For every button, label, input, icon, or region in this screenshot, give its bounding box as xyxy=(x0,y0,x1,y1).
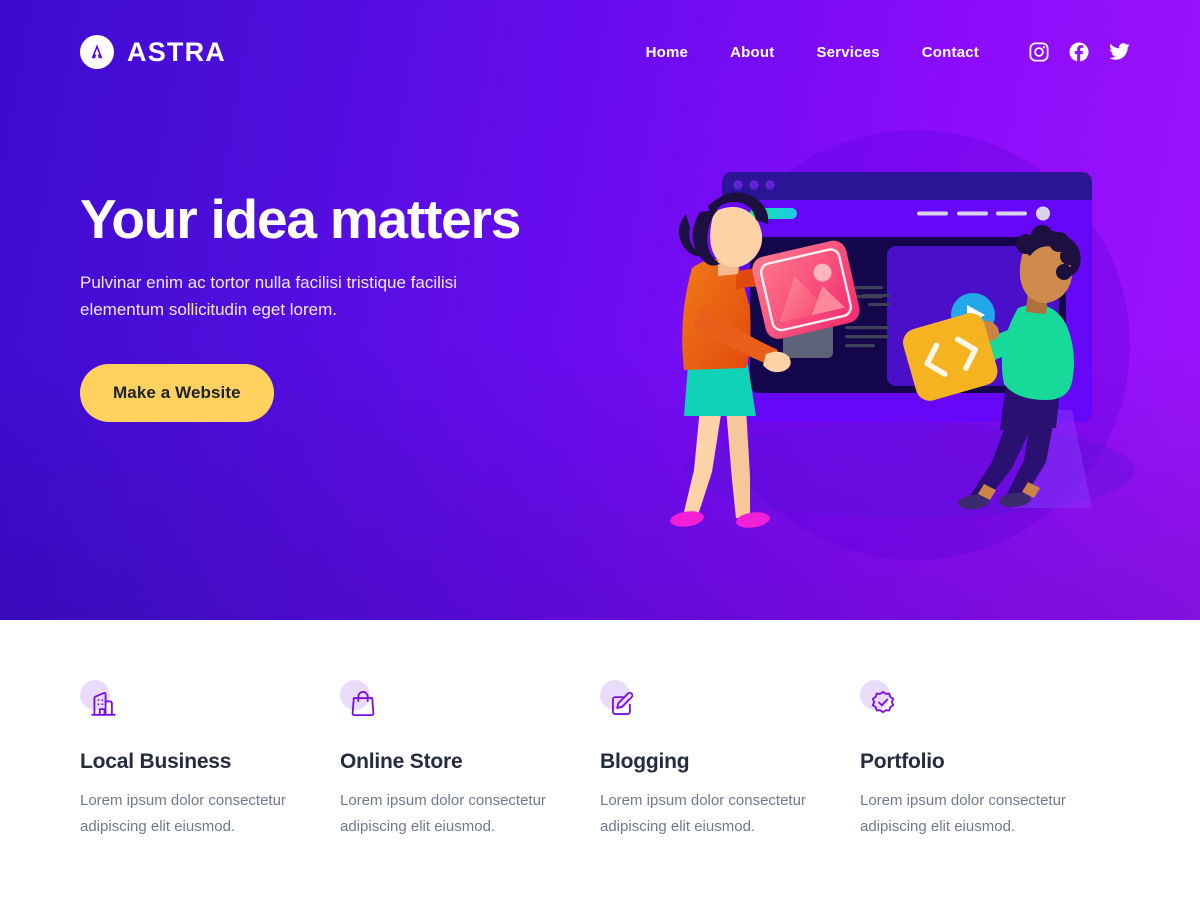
social-links xyxy=(1028,41,1130,63)
brand-name: ASTRA xyxy=(127,36,226,67)
feature-card-portfolio[interactable]: Portfolio Lorem ipsum dolor consectetur … xyxy=(860,680,1120,900)
make-a-website-button[interactable]: Make a Website xyxy=(80,364,274,423)
brand-logo[interactable]: ASTRA xyxy=(80,35,226,69)
feature-card-local-business[interactable]: Local Business Lorem ipsum dolor consect… xyxy=(80,680,340,900)
site-header: ASTRA Home About Services Contact xyxy=(0,0,1200,104)
twitter-icon[interactable] xyxy=(1108,41,1130,63)
feature-title: Blogging xyxy=(600,750,690,773)
nav-item-about[interactable]: About xyxy=(721,38,783,67)
feature-description: Lorem ipsum dolor consectetur adipiscing… xyxy=(860,792,1066,835)
building-icon xyxy=(88,688,118,723)
hero-illustration xyxy=(640,140,1160,560)
feature-description: Lorem ipsum dolor consectetur adipiscing… xyxy=(340,792,546,835)
instagram-icon[interactable] xyxy=(1028,41,1050,63)
nav-item-home[interactable]: Home xyxy=(637,38,697,67)
hero-section: ASTRA Home About Services Contact Your i… xyxy=(0,0,1200,620)
feature-icon-wrap xyxy=(860,680,906,726)
facebook-icon[interactable] xyxy=(1068,41,1090,63)
features-section: Local Business Lorem ipsum dolor consect… xyxy=(0,620,1200,900)
feature-icon-wrap xyxy=(600,680,646,726)
feature-description: Lorem ipsum dolor consectetur adipiscing… xyxy=(600,792,806,835)
edit-square-icon xyxy=(608,688,638,723)
feature-card-blogging[interactable]: Blogging Lorem ipsum dolor consectetur a… xyxy=(600,680,860,900)
hero-subtitle: Pulvinar enim ac tortor nulla facilisi t… xyxy=(80,273,457,320)
nav-item-contact[interactable]: Contact xyxy=(913,38,988,67)
hero-title: Your idea matters xyxy=(80,188,521,250)
verified-badge-icon xyxy=(868,688,898,723)
feature-description: Lorem ipsum dolor consectetur adipiscing… xyxy=(80,792,286,835)
nav-links: Home About Services Contact xyxy=(637,38,988,67)
shopping-bag-icon xyxy=(348,688,378,723)
feature-title: Online Store xyxy=(340,750,463,773)
astra-logo-icon xyxy=(80,35,114,69)
feature-title: Portfolio xyxy=(860,750,945,773)
hero-content: Your idea matters Pulvinar enim ac torto… xyxy=(80,188,610,423)
nav-item-services[interactable]: Services xyxy=(807,38,888,67)
feature-icon-wrap xyxy=(340,680,386,726)
feature-card-online-store[interactable]: Online Store Lorem ipsum dolor consectet… xyxy=(340,680,600,900)
feature-title: Local Business xyxy=(80,750,232,773)
main-navigation: Home About Services Contact xyxy=(637,38,1130,67)
feature-icon-wrap xyxy=(80,680,126,726)
